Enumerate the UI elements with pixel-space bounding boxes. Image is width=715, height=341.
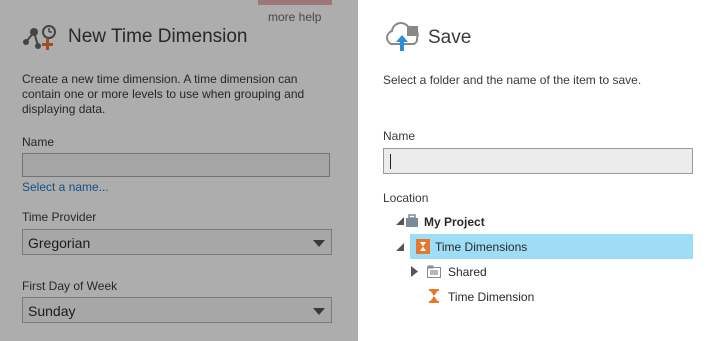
tree-item-time-dimensions[interactable]: Time Dimensions — [383, 234, 693, 259]
tree-item-label: Shared — [448, 265, 487, 279]
time-dimension-add-icon — [23, 25, 56, 50]
hourglass-icon — [429, 289, 439, 303]
dialog-description: Select a folder and the name of the item… — [383, 73, 642, 87]
name-field[interactable] — [22, 153, 330, 177]
tree-item-label: Time Dimension — [448, 290, 535, 304]
location-label: Location — [383, 191, 429, 205]
expanded-triangle-icon[interactable] — [396, 217, 404, 225]
dialog-title: Save — [428, 27, 472, 48]
chevron-down-icon — [313, 240, 325, 247]
cloud-upload-icon — [386, 22, 419, 51]
collapsed-triangle-icon[interactable] — [411, 266, 418, 277]
time-dimension-folder-icon — [416, 239, 430, 254]
project-icon — [406, 214, 418, 227]
panel-description: Create a new time dimension. A time dime… — [22, 72, 305, 116]
save-dialog: Save Select a folder and the name of the… — [358, 0, 715, 341]
tree-item-shared[interactable]: Shared — [383, 259, 693, 284]
first-day-dropdown[interactable]: Sunday — [22, 297, 332, 323]
first-day-value: Sunday — [28, 303, 76, 319]
help-tab-strip — [258, 0, 332, 5]
more-help-link[interactable]: more help — [268, 10, 321, 24]
save-name-label: Name — [383, 129, 416, 143]
first-day-label: First Day of Week — [22, 279, 118, 293]
name-label: Name — [22, 135, 55, 149]
shared-folder-icon — [427, 265, 441, 278]
time-provider-label: Time Provider — [22, 210, 97, 224]
new-time-dimension-panel: more help New Time Dimension Create a ne… — [0, 0, 358, 341]
tree-item-my-project[interactable]: My Project — [383, 209, 693, 234]
tree-item-label: Time Dimensions — [435, 240, 528, 254]
expanded-triangle-icon[interactable] — [396, 243, 404, 251]
tree-item-time-dimension[interactable]: Time Dimension — [383, 284, 693, 309]
save-name-input[interactable] — [383, 148, 693, 174]
panel-title: New Time Dimension — [68, 26, 248, 47]
select-name-link[interactable]: Select a name... — [22, 180, 109, 194]
text-caret — [390, 154, 391, 169]
tree-item-label: My Project — [424, 215, 485, 229]
chevron-down-icon — [313, 308, 325, 315]
time-provider-value: Gregorian — [28, 235, 91, 251]
time-provider-dropdown[interactable]: Gregorian — [22, 229, 332, 255]
